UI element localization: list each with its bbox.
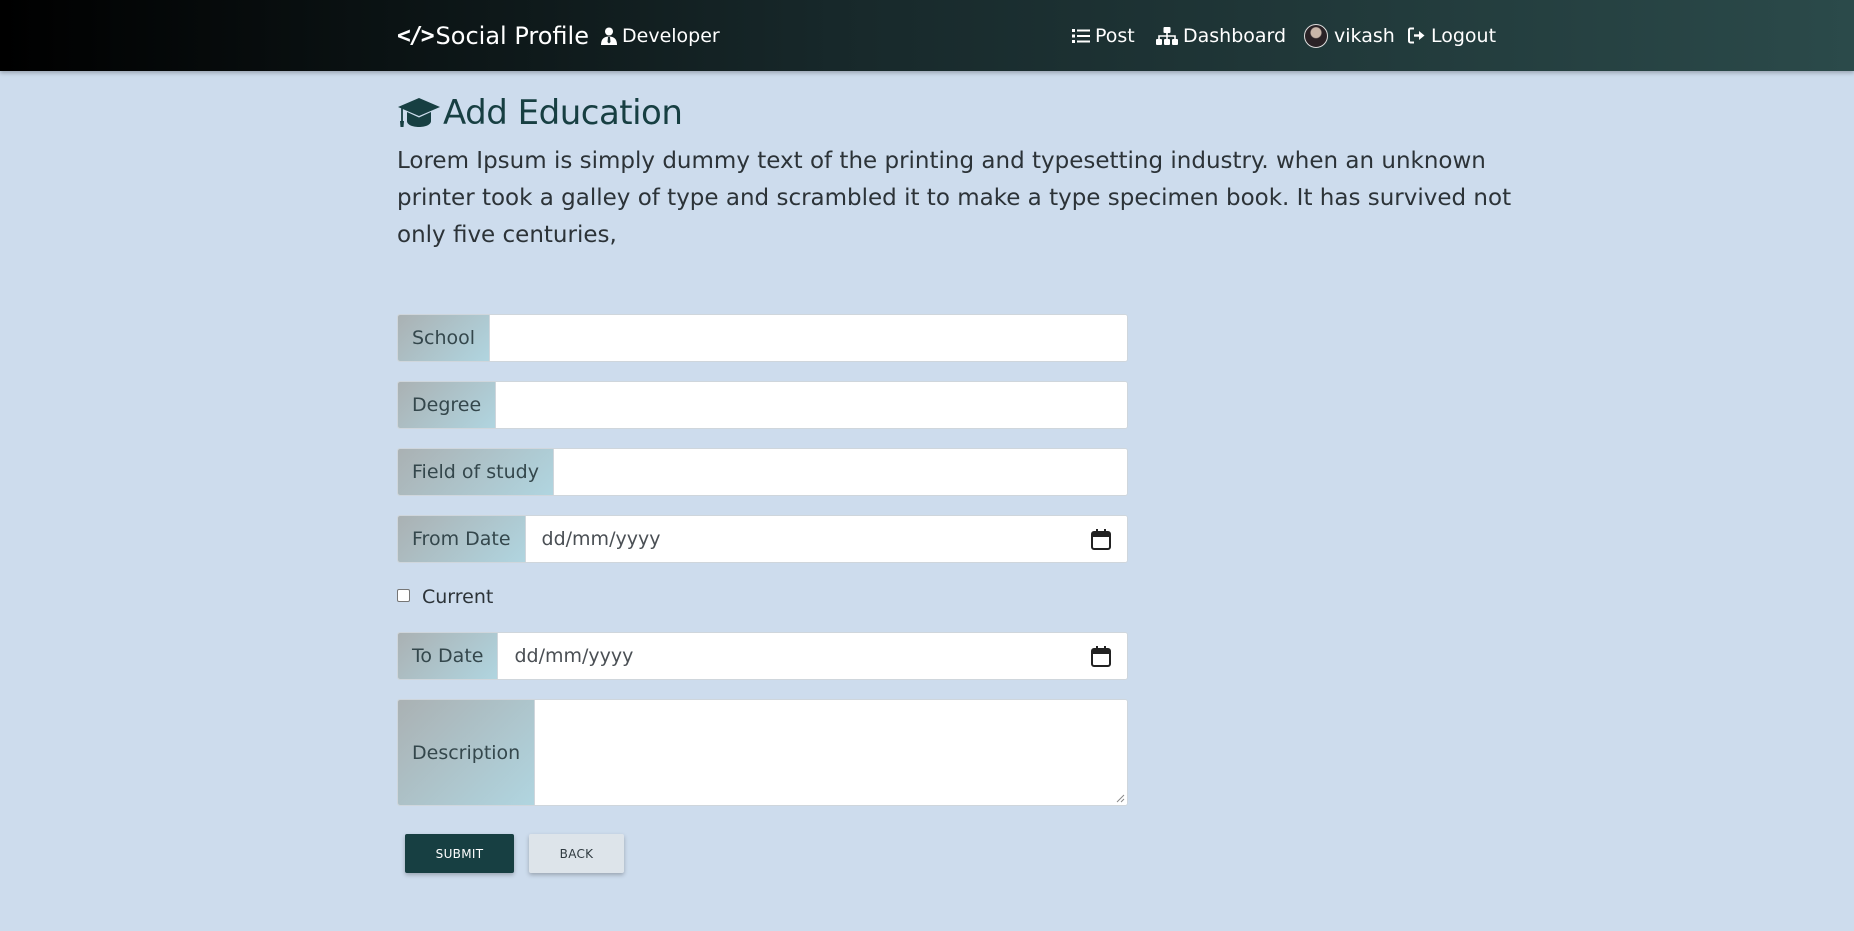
field-of-study-input[interactable]: [553, 449, 1127, 495]
sign-out-icon: [1408, 27, 1425, 44]
field-of-study-label: Field of study: [398, 449, 554, 495]
from-date-placeholder: dd/mm/yyyy: [541, 528, 661, 550]
to-date-label: To Date: [398, 633, 499, 679]
nav-logout-label: Logout: [1431, 24, 1497, 47]
page-description: Lorem Ipsum is simply dummy text of the …: [397, 148, 1512, 248]
brand-label: Social Profile: [435, 21, 589, 50]
from-date-label: From Date: [398, 516, 526, 562]
nav-developer[interactable]: Developer: [601, 0, 720, 71]
degree-input[interactable]: [496, 382, 1127, 428]
to-date-placeholder: dd/mm/yyyy: [514, 645, 634, 667]
brand-link[interactable]: </> Social Profile: [397, 0, 589, 71]
nav-user[interactable]: vikash: [1304, 0, 1395, 71]
calendar-icon[interactable]: [1091, 528, 1111, 550]
sitemap-icon: [1156, 26, 1178, 45]
page-title: Add Education: [397, 88, 683, 138]
school-group: School: [397, 314, 1128, 362]
degree-label: Degree: [398, 382, 497, 428]
school-label: School: [398, 315, 491, 361]
nav-developer-label: Developer: [622, 24, 720, 47]
school-input[interactable]: [490, 315, 1127, 361]
nav-post-label: Post: [1095, 24, 1135, 47]
to-date-group: To Date dd/mm/yyyy: [397, 632, 1128, 680]
calendar-icon[interactable]: [1091, 645, 1111, 667]
degree-group: Degree: [397, 381, 1128, 429]
page-title-text: Add Education: [443, 93, 683, 133]
nav-logout[interactable]: Logout: [1408, 0, 1496, 71]
from-date-input[interactable]: dd/mm/yyyy: [525, 516, 1127, 562]
submit-button[interactable]: SUBMIT: [405, 834, 514, 873]
current-checkbox[interactable]: [397, 588, 410, 602]
resize-handle-icon[interactable]: [1116, 794, 1125, 803]
current-checkbox-group[interactable]: Current: [397, 583, 493, 611]
current-label: Current: [422, 586, 494, 608]
description-textarea[interactable]: [535, 700, 1127, 805]
description-group: Description: [397, 699, 1128, 806]
from-date-group: From Date dd/mm/yyyy: [397, 515, 1128, 563]
nav-dashboard-label: Dashboard: [1183, 24, 1287, 47]
user-tie-icon: [601, 27, 617, 45]
code-icon: </>: [397, 22, 435, 49]
to-date-input[interactable]: dd/mm/yyyy: [498, 633, 1127, 679]
nav-dashboard[interactable]: Dashboard: [1156, 0, 1286, 71]
back-button[interactable]: BACK: [529, 834, 624, 873]
avatar: [1304, 23, 1328, 48]
nav-post[interactable]: Post: [1072, 0, 1135, 71]
field-of-study-group: Field of study: [397, 448, 1128, 496]
nav-user-label: vikash: [1334, 24, 1395, 47]
description-label: Description: [398, 700, 536, 805]
top-navbar: </> Social Profile Developer Post Dashbo…: [0, 0, 1854, 71]
graduation-cap-icon: [398, 98, 440, 127]
list-icon: [1072, 28, 1090, 43]
